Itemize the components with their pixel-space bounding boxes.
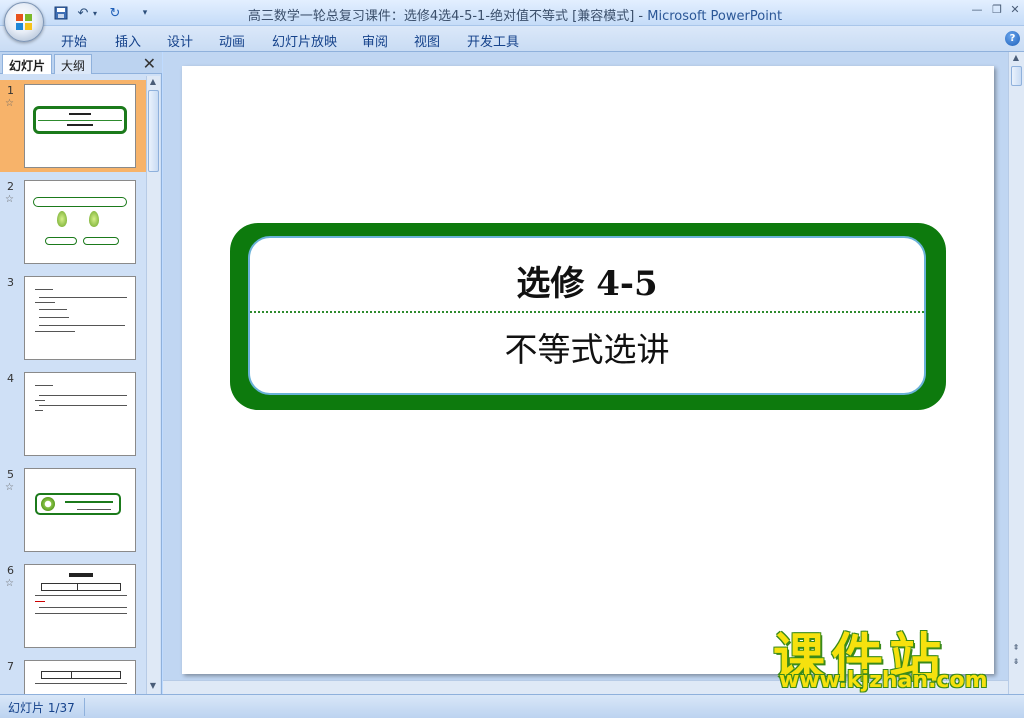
- tab-review[interactable]: 审阅: [362, 31, 388, 50]
- animation-star-icon: ☆: [5, 482, 14, 493]
- thumbnail-number: 6: [7, 564, 14, 577]
- window-title: 高三数学一轮总复习课件：选修4选4-5-1-绝对值不等式 [兼容模式] - Mi…: [247, 9, 783, 24]
- slide-editor: 选修 4-5 不等式选讲: [163, 52, 1008, 694]
- thumbnail-number: 7: [7, 660, 14, 673]
- slide-thumbnail-6[interactable]: 6 ☆: [0, 560, 146, 652]
- minimize-button[interactable]: —: [968, 2, 986, 18]
- scroll-up-icon[interactable]: ▲: [1010, 52, 1022, 64]
- thumbnail-number: 2: [7, 180, 14, 193]
- scrollbar-thumb[interactable]: [1011, 66, 1022, 86]
- slide-thumbnail-2[interactable]: 2 ☆: [0, 176, 146, 268]
- slide-thumbnail-5[interactable]: 5 ☆: [0, 464, 146, 556]
- title-box[interactable]: 选修 4-5 不等式选讲: [248, 236, 926, 395]
- tab-view[interactable]: 视图: [414, 31, 440, 50]
- tab-animations[interactable]: 动画: [219, 31, 245, 50]
- editor-vertical-scrollbar[interactable]: ▲ ⇞ ⇟: [1008, 52, 1024, 694]
- thumbnail-preview: [24, 276, 136, 360]
- animation-star-icon: ☆: [5, 578, 14, 589]
- thumbnail-number: 3: [7, 276, 14, 289]
- watermark: 课件站 www.kjzhan.com: [773, 616, 1008, 696]
- thumbnail-preview: [24, 468, 136, 552]
- title-bar: ↶ ▾ ↻ ▾ 高三数学一轮总复习课件：选修4选4-5-1-绝对值不等式 [兼容…: [0, 0, 1024, 26]
- close-icon[interactable]: ✕: [143, 54, 156, 73]
- slide-thumbnail-4[interactable]: 4: [0, 368, 146, 460]
- help-icon[interactable]: ?: [1005, 31, 1020, 46]
- close-button[interactable]: ✕: [1006, 2, 1024, 18]
- undo-dropdown-icon[interactable]: ▾: [90, 4, 100, 22]
- pane-tabs: 幻灯片 大纲 ✕: [0, 52, 162, 74]
- thumbnail-preview: [24, 564, 136, 648]
- watermark-url: www.kjzhan.com: [779, 668, 988, 693]
- redo-icon[interactable]: ↻: [106, 4, 124, 22]
- slide-thumbnail-1[interactable]: 1 ☆: [0, 80, 146, 172]
- status-divider: [84, 698, 85, 716]
- scroll-down-icon[interactable]: ▼: [147, 680, 159, 692]
- slide-thumbnail-7[interactable]: 7: [0, 656, 146, 694]
- save-icon[interactable]: [52, 4, 70, 22]
- slide-thumbnail-3[interactable]: 3: [0, 272, 146, 364]
- thumbnail-preview: [24, 84, 136, 168]
- scroll-up-icon[interactable]: ▲: [147, 76, 159, 88]
- thumbnail-number: 5: [7, 468, 14, 481]
- previous-slide-icon[interactable]: ⇞: [1010, 642, 1022, 654]
- animation-star-icon: ☆: [5, 98, 14, 109]
- thumbnail-number: 4: [7, 372, 14, 385]
- tab-outline[interactable]: 大纲: [54, 54, 93, 74]
- tab-home[interactable]: 开始: [61, 31, 87, 50]
- next-slide-icon[interactable]: ⇟: [1010, 656, 1022, 668]
- slides-pane: 幻灯片 大纲 ✕ 1 ☆ 2 ☆ 3 4 5 ☆ 6 ☆ 7 ▲ ▼: [0, 52, 162, 694]
- scrollbar-thumb[interactable]: [148, 90, 159, 172]
- ribbon-tabs: 开始 插入 设计 动画 幻灯片放映 审阅 视图 开发工具 ?: [0, 26, 1024, 52]
- title-divider: [250, 311, 924, 313]
- thumbnail-number: 1: [7, 84, 14, 97]
- tab-design[interactable]: 设计: [167, 31, 193, 50]
- office-logo-icon: [16, 14, 32, 30]
- slide-indicator: 幻灯片 1/37: [8, 701, 75, 715]
- thumbnail-preview: [24, 180, 136, 264]
- thumbnail-scrollbar[interactable]: ▲ ▼: [146, 76, 160, 694]
- restore-button[interactable]: ❐: [988, 2, 1006, 18]
- tab-developer[interactable]: 开发工具: [467, 31, 519, 50]
- tab-slide-show[interactable]: 幻灯片放映: [272, 31, 337, 50]
- title-frame: 选修 4-5 不等式选讲: [230, 223, 946, 410]
- slide-subtitle: 不等式选讲: [504, 330, 670, 369]
- office-button[interactable]: [4, 2, 44, 42]
- status-bar: 幻灯片 1/37: [0, 694, 1024, 718]
- animation-star-icon: ☆: [5, 194, 14, 205]
- thumbnail-preview: [24, 660, 136, 694]
- thumbnail-list: 1 ☆ 2 ☆ 3 4 5 ☆ 6 ☆ 7: [0, 76, 146, 694]
- slide-canvas[interactable]: 选修 4-5 不等式选讲: [182, 66, 994, 674]
- tab-insert[interactable]: 插入: [115, 31, 141, 50]
- slide-title: 选修 4-5: [516, 264, 658, 304]
- thumbnail-preview: [24, 372, 136, 456]
- tab-slides[interactable]: 幻灯片: [2, 54, 53, 74]
